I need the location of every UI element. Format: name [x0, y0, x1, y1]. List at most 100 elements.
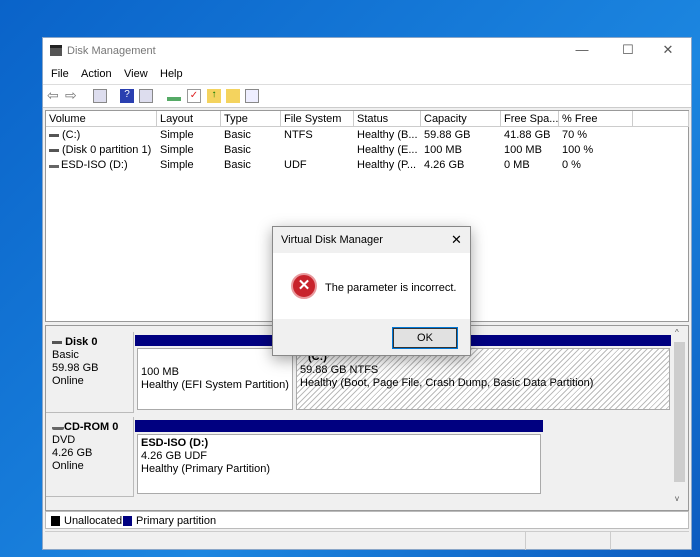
table-cell[interactable]: 0 %: [559, 158, 633, 173]
column-header[interactable]: Type: [221, 111, 281, 127]
table-cell[interactable]: 100 %: [559, 143, 633, 158]
column-header[interactable]: Capacity: [421, 111, 501, 127]
cell-text: NTFS: [284, 129, 313, 141]
table-cell[interactable]: 0 MB: [501, 158, 559, 173]
scroll-down-icon[interactable]: v: [675, 494, 679, 503]
disk-type: Basic: [52, 349, 79, 361]
connect-icon[interactable]: [167, 92, 181, 101]
cell-text: (Disk 0 partition 1): [62, 144, 152, 156]
cell-text: Basic: [224, 129, 251, 141]
column-header-filler[interactable]: [633, 111, 689, 127]
maximize-button[interactable]: ☐: [613, 42, 643, 60]
table-cell[interactable]: 59.88 GB: [421, 128, 501, 143]
cell-text: Healthy (B...: [357, 129, 418, 141]
table-cell[interactable]: Healthy (E...: [354, 143, 421, 158]
menu-file[interactable]: File: [51, 68, 69, 80]
table-cell[interactable]: Healthy (B...: [354, 128, 421, 143]
ok-button[interactable]: OK: [392, 327, 458, 349]
help-icon[interactable]: ?: [120, 89, 134, 103]
column-header[interactable]: Layout: [157, 111, 221, 127]
scrollbar-thumb[interactable]: [674, 342, 685, 482]
menu-bar: File Action View Help: [43, 64, 691, 84]
menu-action[interactable]: Action: [81, 68, 112, 80]
table-cell[interactable]: Basic: [221, 158, 281, 173]
table-cell[interactable]: 4.26 GB: [421, 158, 501, 173]
disk-0-label[interactable]: Disk 0 Basic 59.98 GB Online: [46, 332, 134, 413]
disk-management-icon: [50, 45, 62, 56]
cell-text: 4.26 GB: [424, 159, 465, 171]
cell-text: 41.88 GB: [504, 129, 551, 141]
forward-icon[interactable]: ⇨: [65, 87, 79, 103]
partition-status: Healthy (EFI System Partition): [141, 379, 289, 391]
table-cell[interactable]: UDF: [281, 158, 354, 173]
cell-text: 100 %: [562, 144, 594, 156]
window-title: Disk Management: [67, 45, 156, 57]
table-cell[interactable]: (C:): [46, 128, 157, 143]
table-cell[interactable]: 70 %: [559, 128, 633, 143]
table-cell[interactable]: Simple: [157, 158, 221, 173]
cdrom-0-label[interactable]: CD-ROM 0 DVD 4.26 GB Online: [46, 417, 134, 497]
table-cell[interactable]: 100 MB: [421, 143, 501, 158]
partition-size: 59.88 GB NTFS: [300, 364, 379, 376]
cell-text: 100 MB: [504, 144, 542, 156]
table-cell[interactable]: Healthy (P...: [354, 158, 421, 173]
dialog-close-button[interactable]: ✕: [451, 232, 462, 248]
disk-state: Online: [52, 375, 84, 387]
drive-icon: [49, 133, 59, 137]
cdrom-icon: [49, 159, 59, 168]
disk-name: CD-ROM 0: [64, 421, 119, 433]
partition-size: 100 MB: [141, 366, 179, 378]
menu-view[interactable]: View: [124, 68, 148, 80]
cell-text: (C:): [62, 129, 81, 141]
partition-c[interactable]: (C:) 59.88 GB NTFS Healthy (Boot, Page F…: [296, 348, 670, 410]
disk-type: DVD: [52, 434, 76, 446]
action-pane-icon[interactable]: [139, 89, 153, 103]
table-cell[interactable]: NTFS: [281, 128, 354, 143]
close-button[interactable]: ✕: [653, 42, 683, 60]
disk-name: Disk 0: [65, 336, 98, 348]
folder-up-icon[interactable]: ↑: [207, 89, 221, 103]
cell-text: Simple: [160, 159, 194, 171]
table-cell[interactable]: 41.88 GB: [501, 128, 559, 143]
legend-unallocated: Unallocated: [64, 515, 123, 527]
table-cell[interactable]: [281, 143, 354, 158]
partition-efi[interactable]: 100 MB Healthy (EFI System Partition): [137, 348, 293, 410]
cdrom-icon: [52, 421, 64, 430]
back-icon[interactable]: ⇦: [47, 87, 61, 103]
menu-help[interactable]: Help: [160, 68, 183, 80]
cell-text: UDF: [284, 159, 307, 171]
table-cell[interactable]: Simple: [157, 143, 221, 158]
title-bar: Disk Management — ☐ ✕: [43, 38, 691, 64]
cell-text: 0 MB: [504, 159, 530, 171]
primary-partition-swatch: [123, 516, 132, 526]
scroll-up-icon[interactable]: ^: [675, 328, 679, 337]
partition-status: Healthy (Primary Partition): [141, 463, 270, 475]
dialog-body: ✕ The parameter is incorrect.: [273, 253, 470, 319]
cell-text: 59.88 GB: [424, 129, 471, 141]
table-cell[interactable]: ESD-ISO (D:): [46, 158, 157, 173]
column-header[interactable]: Volume: [46, 111, 157, 127]
column-header[interactable]: Free Spa...: [501, 111, 559, 127]
partition-d[interactable]: ESD-ISO (D:) 4.26 GB UDF Healthy (Primar…: [137, 434, 541, 494]
folder-search-icon[interactable]: [226, 89, 240, 103]
table-cell[interactable]: (Disk 0 partition 1): [46, 143, 157, 158]
table-cell[interactable]: 100 MB: [501, 143, 559, 158]
column-header[interactable]: % Free: [559, 111, 633, 127]
toolbar: ⇦ ⇨ ? ✓ ↑: [43, 84, 691, 108]
properties-icon[interactable]: [245, 89, 259, 103]
console-tree-icon[interactable]: [93, 89, 107, 103]
cell-text: Basic: [224, 159, 251, 171]
vertical-scrollbar[interactable]: ^ v: [671, 326, 688, 510]
partition-name: ESD-ISO (D:): [141, 437, 209, 449]
column-header[interactable]: Status: [354, 111, 421, 127]
table-cell[interactable]: Basic: [221, 143, 281, 158]
error-dialog: Virtual Disk Manager ✕ ✕ The parameter i…: [272, 226, 471, 356]
unallocated-swatch: [51, 516, 60, 526]
drive-icon: [49, 148, 59, 152]
column-header[interactable]: File System: [281, 111, 354, 127]
minimize-button[interactable]: —: [567, 42, 597, 60]
cell-text: 0 %: [562, 159, 581, 171]
check-icon[interactable]: ✓: [187, 89, 201, 103]
table-cell[interactable]: Basic: [221, 128, 281, 143]
table-cell[interactable]: Simple: [157, 128, 221, 143]
